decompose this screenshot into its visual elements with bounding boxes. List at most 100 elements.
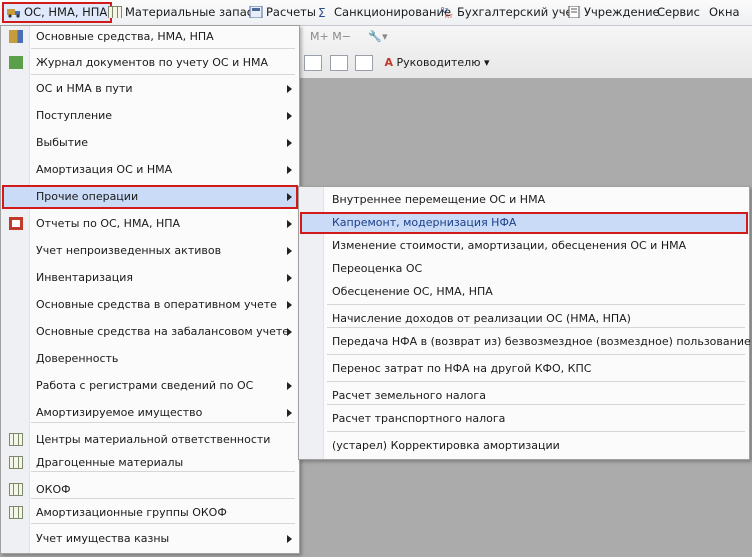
toolbar: M+ M− 🔧▾ A Руководителю ▾	[298, 26, 752, 79]
calculator-icon	[249, 6, 263, 18]
menubar-label: Бухгалтерский учет	[457, 5, 580, 19]
menubar-label: Сервис	[657, 5, 700, 19]
submenu-arrow-icon	[287, 112, 292, 120]
menu-item[interactable]: Прочие операции	[2, 185, 298, 209]
submenu-item[interactable]: Изменение стоимости, амортизации, обесце…	[300, 235, 748, 257]
menu-item[interactable]: Основные средства, НМА, НПА	[2, 25, 298, 49]
menu-item[interactable]: Выбытие	[2, 131, 298, 155]
submenu-arrow-icon	[287, 301, 292, 309]
sum-icon: Σ	[318, 6, 326, 18]
submenu-separator	[327, 304, 745, 305]
menu-item[interactable]: ОКОФ	[2, 478, 298, 502]
submenu-item[interactable]: Расчет земельного налога	[300, 385, 748, 407]
submenu-item-label: Перенос затрат по НФА на другой КФО, КПС	[332, 362, 592, 375]
menu-item-label: Поступление	[36, 109, 113, 122]
menu-item[interactable]: Инвентаризация	[2, 266, 298, 290]
menubar-item-service[interactable]: Сервис	[655, 3, 700, 22]
menu-item[interactable]: Основные средства в оперативном учете	[2, 293, 298, 317]
menu-item[interactable]: Учет имущества казны	[2, 527, 298, 551]
menu-item[interactable]: Драгоценные материалы	[2, 451, 298, 475]
submenu-item-label: Капремонт, модернизация НФА	[332, 216, 517, 229]
menu-item[interactable]: Амортизируемое имущество	[2, 401, 298, 425]
menu-item[interactable]: Амортизационные группы ОКОФ	[2, 501, 298, 525]
menu-item[interactable]: Учет непроизведенных активов	[2, 239, 298, 263]
menu-item[interactable]: Отчеты по ОС, НМА, НПА	[2, 212, 298, 236]
truck-icon	[7, 9, 20, 18]
submenu-item[interactable]: Расчет транспортного налога	[300, 408, 748, 430]
menu-item-label: Выбытие	[36, 136, 89, 149]
submenu-item-label: Обесценение ОС, НМА, НПА	[332, 285, 493, 298]
menubar-item-windows[interactable]: Окна	[707, 3, 740, 22]
submenu-arrow-icon	[287, 409, 292, 417]
menu-item[interactable]: Работа с регистрами сведений по ОС	[2, 374, 298, 398]
memory-buttons[interactable]: M+ M−	[310, 30, 351, 43]
submenu-arrow-icon	[287, 139, 292, 147]
main-menubar: ОС, НМА, НПА Материальные запасы Расчеты…	[0, 0, 752, 26]
submenu-item[interactable]: (устарел) Корректировка амортизации	[300, 435, 748, 457]
menubar-item-materials[interactable]: Материальные запасы	[106, 3, 262, 22]
menu-item-label: Центры материальной ответственности	[36, 433, 271, 446]
submenu-item-label: Изменение стоимости, амортизации, обесце…	[332, 239, 687, 252]
menubar-label: Окна	[709, 5, 740, 19]
submenu-arrow-icon	[287, 193, 292, 201]
grid-icon	[9, 433, 23, 446]
menubar-item-institution[interactable]: Учреждение	[565, 3, 660, 22]
image-button-icon[interactable]	[355, 55, 373, 71]
menubar-item-accounting[interactable]: Дт Кт Бухгалтерский учет	[438, 3, 579, 22]
menu-item-label: Амортизационные группы ОКОФ	[36, 506, 227, 519]
menubar-label: Расчеты	[266, 5, 316, 19]
menubar-item-calculations[interactable]: Расчеты	[247, 3, 316, 22]
submenu-item-label: (устарел) Корректировка амортизации	[332, 439, 560, 452]
menubar-label: Учреждение	[584, 5, 660, 19]
menu-item[interactable]: Поступление	[2, 104, 298, 128]
submenu-separator	[327, 431, 745, 432]
menu-item[interactable]: ОС и НМА в пути	[2, 77, 298, 101]
submenu-item[interactable]: Начисление доходов от реализации ОС (НМА…	[300, 308, 748, 330]
submenu-arrow-icon	[287, 274, 292, 282]
svg-text:Σ: Σ	[318, 6, 326, 18]
menubar-item-os-nma-npa[interactable]: ОС, НМА, НПА	[1, 2, 113, 23]
submenu-item[interactable]: Внутреннее перемещение ОС и НМА	[300, 189, 748, 211]
menu-item-label: Основные средства в оперативном учете	[36, 298, 277, 311]
submenu-arrow-icon	[287, 382, 292, 390]
menu-item-label: Амортизация ОС и НМА	[36, 163, 173, 176]
submenu-item[interactable]: Передача НФА в (возврат из) безвозмездно…	[300, 331, 751, 353]
menu-item[interactable]: Доверенность	[2, 347, 298, 371]
dropdown-os-nma-npa: Основные средства, НМА, НПА Журнал докуме…	[0, 25, 300, 554]
submenu-item[interactable]: Капремонт, модернизация НФА	[300, 212, 748, 234]
menubar-label: Санкционирование	[334, 5, 452, 19]
manager-label: Руководителю	[396, 56, 481, 69]
submenu-item-label: Начисление доходов от реализации ОС (НМА…	[332, 312, 631, 325]
menu-item-label: ОКОФ	[36, 483, 71, 496]
grid-icon	[9, 456, 23, 469]
menu-item[interactable]: Центры материальной ответственности	[2, 428, 298, 452]
submenu-item[interactable]: Переоценка ОС	[300, 258, 748, 280]
report-button-icon[interactable]	[304, 55, 322, 71]
menu-item[interactable]: Журнал документов по учету ОС и НМА	[2, 51, 298, 75]
menu-item-label: Работа с регистрами сведений по ОС	[36, 379, 254, 392]
submenu-arrow-icon	[287, 328, 292, 336]
toolbar-row-1: M+ M− 🔧▾	[310, 30, 388, 50]
submenu-separator	[327, 354, 745, 355]
report-icon	[9, 217, 23, 230]
menu-item-label: Учет имущества казны	[36, 532, 170, 545]
menu-item-label: Учет непроизведенных активов	[36, 244, 222, 257]
submenu-item-label: Внутреннее перемещение ОС и НМА	[332, 193, 546, 206]
menu-item[interactable]: Основные средства на забалансовом учете	[2, 320, 298, 344]
submenu-item-label: Передача НФА в (возврат из) безвозмездно…	[332, 335, 751, 348]
submenu-item[interactable]: Обесценение ОС, НМА, НПА	[300, 281, 748, 303]
wrench-icon[interactable]: 🔧▾	[368, 30, 387, 43]
menu-item-label: Инвентаризация	[36, 271, 133, 284]
menu-item-label: Отчеты по ОС, НМА, НПА	[36, 217, 181, 230]
menu-item-label: Журнал документов по учету ОС и НМА	[36, 56, 269, 69]
submenu-other-operations: Внутреннее перемещение ОС и НМА Капремонт…	[298, 186, 751, 460]
submenu-arrow-icon	[287, 535, 292, 543]
menu-item[interactable]: Амортизация ОС и НМА	[2, 158, 298, 182]
submenu-separator	[327, 381, 745, 382]
form-button-icon[interactable]	[329, 55, 348, 71]
submenu-item[interactable]: Перенос затрат по НФА на другой КФО, КПС	[300, 358, 748, 380]
menu-item-label: Драгоценные материалы	[36, 456, 184, 469]
grid-icon	[108, 6, 122, 18]
manager-button[interactable]: A Руководителю ▾	[385, 56, 490, 69]
menubar-item-sanctioning[interactable]: Σ Санкционирование	[315, 3, 451, 22]
